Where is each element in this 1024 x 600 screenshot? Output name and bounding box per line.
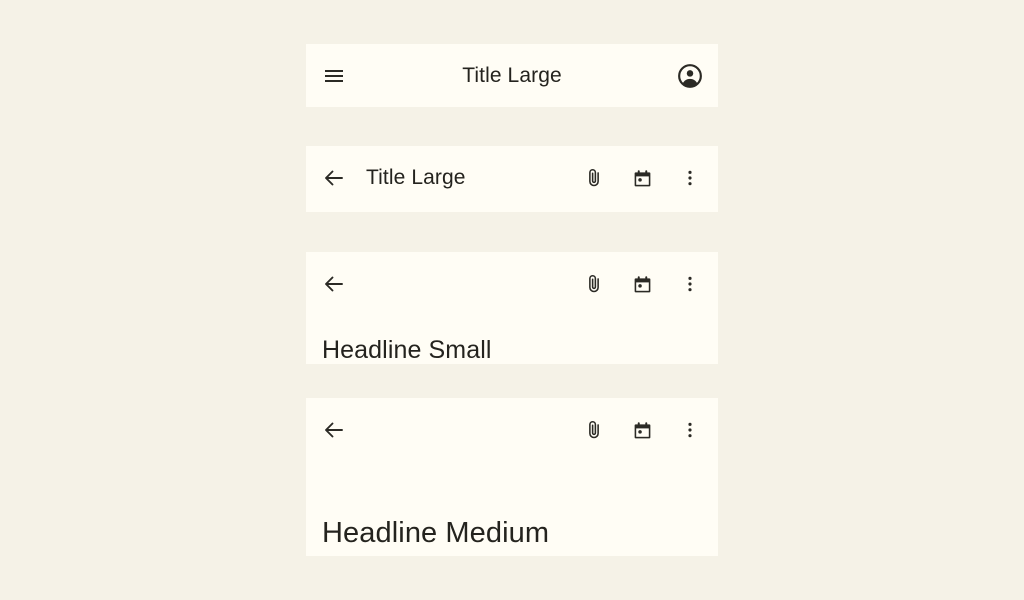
calendar-today-icon <box>632 274 653 295</box>
attachment-button[interactable] <box>570 154 618 202</box>
medium-top-app-bar: Headline Small <box>306 252 718 364</box>
app-bar-headline: Headline Medium <box>322 517 550 549</box>
more-vert-icon <box>680 420 700 440</box>
back-button[interactable] <box>310 406 358 454</box>
attachment-icon <box>583 419 605 441</box>
calendar-today-icon <box>632 168 653 189</box>
calendar-button[interactable] <box>618 154 666 202</box>
account-circle-icon <box>677 63 703 89</box>
app-bar-row: Title Large <box>306 146 718 210</box>
small-top-app-bar: Title Large <box>306 146 718 212</box>
back-arrow-icon <box>322 418 346 442</box>
menu-button[interactable] <box>310 52 358 100</box>
app-bar-title: Title Large <box>462 64 562 87</box>
more-options-button[interactable] <box>666 260 714 308</box>
back-arrow-icon <box>322 166 346 190</box>
calendar-today-icon <box>632 420 653 441</box>
large-top-app-bar: Headline Medium <box>306 398 718 556</box>
more-vert-icon <box>680 274 700 294</box>
attachment-button[interactable] <box>570 406 618 454</box>
more-vert-icon <box>680 168 700 188</box>
attachment-button[interactable] <box>570 260 618 308</box>
back-arrow-icon <box>322 272 346 296</box>
app-bar-headline: Headline Small <box>322 336 492 364</box>
back-button[interactable] <box>310 154 358 202</box>
attachment-icon <box>583 167 605 189</box>
app-bar-row: Title Large <box>306 44 718 107</box>
calendar-button[interactable] <box>618 260 666 308</box>
attachment-icon <box>583 273 605 295</box>
app-bar-row <box>306 252 718 316</box>
more-options-button[interactable] <box>666 154 714 202</box>
more-options-button[interactable] <box>666 406 714 454</box>
account-button[interactable] <box>666 52 714 100</box>
app-bar-row <box>306 398 718 462</box>
app-bar-showcase: Title Large Title Large Headline Small H… <box>0 0 1024 600</box>
center-aligned-top-app-bar: Title Large <box>306 44 718 107</box>
back-button[interactable] <box>310 260 358 308</box>
calendar-button[interactable] <box>618 406 666 454</box>
menu-icon <box>322 64 346 88</box>
app-bar-title: Title Large <box>366 166 466 189</box>
